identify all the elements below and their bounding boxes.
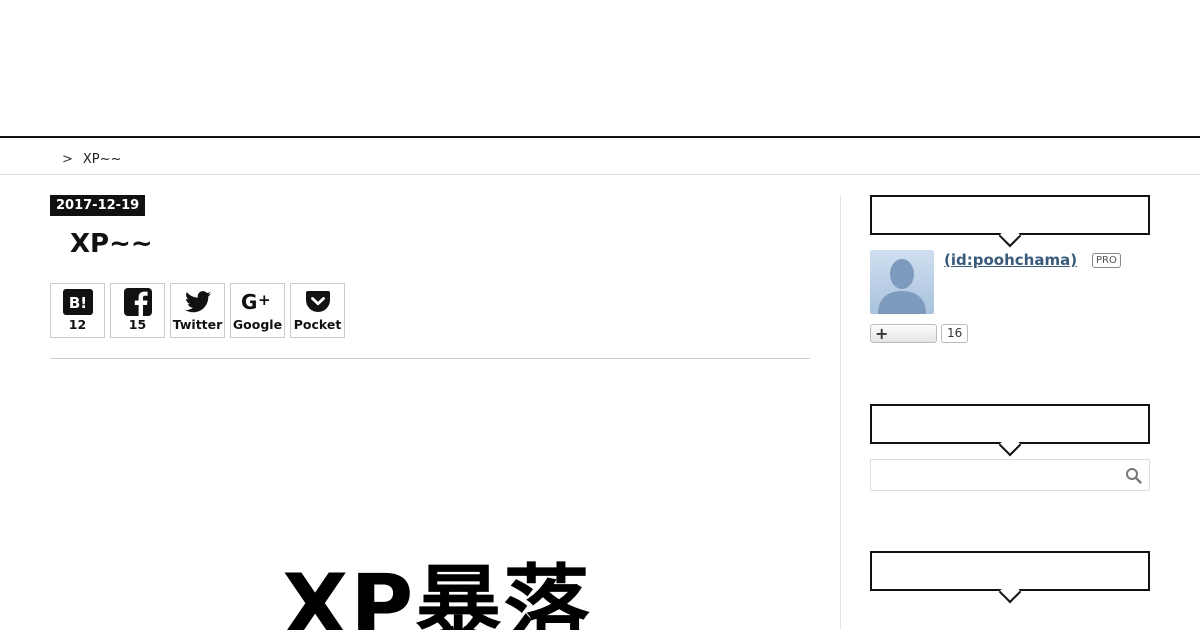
follower-count: 16 [941,324,969,343]
twitter-share-label: Twitter [172,317,223,332]
pro-badge: PRO [1092,253,1121,268]
svg-text:+: + [258,291,271,309]
pocket-share-label: Pocket [293,317,342,332]
breadcrumb-separator: > [62,152,73,167]
breadcrumb-bar: > XP~~ [0,138,1200,175]
twitter-share-button[interactable]: Twitter [170,283,225,338]
entry-hero-image-text: XP暴落 [282,556,592,630]
site-header [0,0,1200,138]
svg-text:G: G [241,291,257,313]
plus-icon: + [875,324,889,343]
svg-text:B!: B! [68,294,86,312]
column-divider [840,195,841,630]
pocket-share-button[interactable]: Pocket [290,283,345,338]
hatena-bookmark-count: 12 [68,317,87,332]
google-plus-icon: G + [241,289,275,315]
sidebar-module-heading [870,551,1150,591]
entry-title[interactable]: XP~~ [70,229,153,259]
google-plus-share-label: Google [232,317,283,332]
breadcrumb: > XP~~ [50,152,121,167]
breadcrumb-current: XP~~ [82,152,122,167]
search-input[interactable] [871,460,1121,490]
hatena-bookmark-icon: B! [62,289,93,315]
twitter-icon [184,289,211,315]
search-icon[interactable] [1125,467,1142,484]
follow-button[interactable]: + [870,324,937,343]
hatena-bookmark-button[interactable]: B! 12 [50,283,105,338]
entry-header-divider [50,358,810,359]
avatar[interactable] [870,250,934,314]
facebook-share-button[interactable]: 15 [110,283,165,338]
pocket-icon [305,289,330,315]
entry-date[interactable]: 2017-12-19 [50,195,146,216]
facebook-icon [123,288,152,316]
share-buttons: B! 12 15 Twitter G + Google Pocket [50,283,345,338]
profile-name-link[interactable]: (id:poohchama) [944,251,1077,269]
facebook-share-count: 15 [128,317,147,332]
google-plus-share-button[interactable]: G + Google [230,283,285,338]
sidebar-profile-heading [870,195,1150,235]
default-user-icon [878,259,926,314]
sidebar-search-heading [870,404,1150,444]
search-box [870,459,1150,491]
